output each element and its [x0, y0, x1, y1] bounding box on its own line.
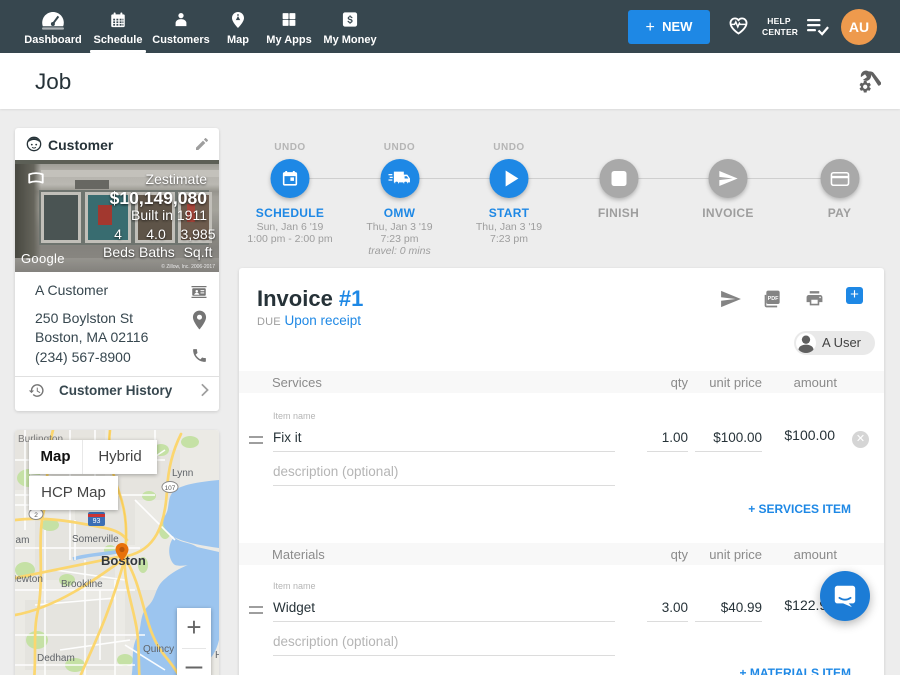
svg-text:Dedham: Dedham: [37, 653, 75, 664]
svg-text:93: 93: [93, 518, 101, 525]
svg-text:2: 2: [34, 512, 38, 519]
svg-text:Quincy: Quincy: [143, 644, 174, 655]
svg-text:ham: ham: [15, 535, 29, 546]
svg-text:Brookline: Brookline: [61, 579, 103, 590]
svg-text:Somerville: Somerville: [72, 534, 119, 545]
svg-text:PDF: PDF: [768, 296, 780, 302]
svg-text:Hi: Hi: [215, 650, 219, 661]
svg-text:Lynn: Lynn: [172, 468, 193, 479]
svg-text:Newton: Newton: [15, 574, 43, 585]
svg-text:107: 107: [165, 485, 176, 492]
